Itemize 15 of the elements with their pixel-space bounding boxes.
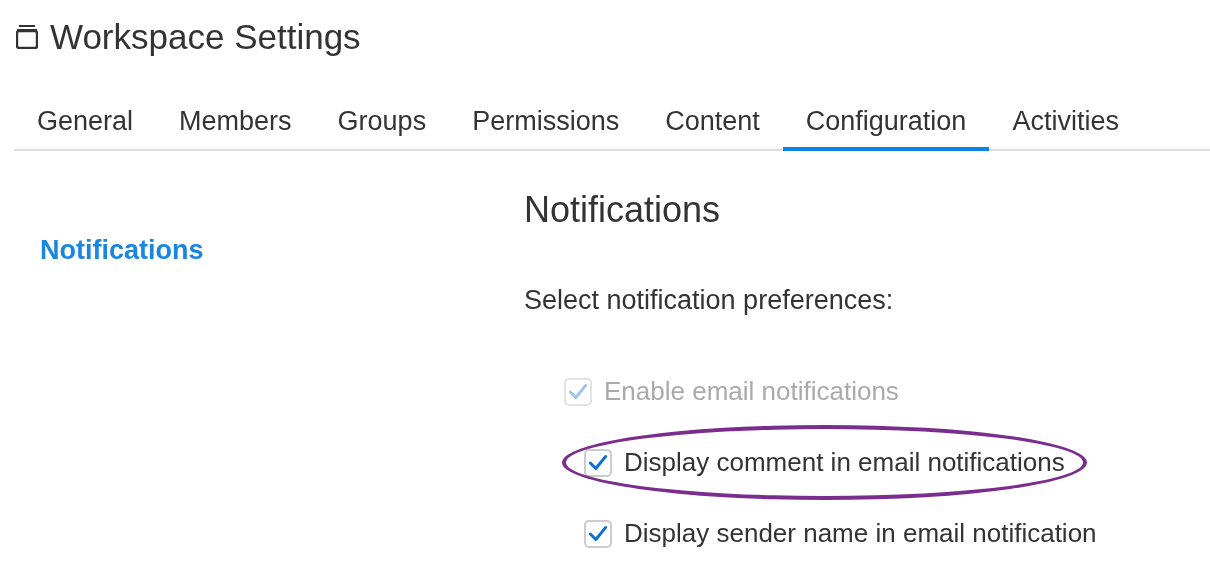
tab[interactable]: Configuration [782,106,990,151]
page-title: Workspace Settings [50,17,361,57]
tab[interactable]: Groups [314,106,450,151]
option-label: Enable email notifications [604,376,899,407]
sidebar-link[interactable]: Notifications [40,235,204,265]
option-label: Display sender name in email notification [624,518,1097,549]
option-label: Display comment in email notifications [624,447,1065,478]
tab[interactable]: Members [156,106,315,151]
prompt-text: Select notification preferences: [524,285,895,316]
window-icon [16,25,38,49]
tab[interactable]: General [14,106,157,151]
tab[interactable]: Content [642,106,783,151]
section-heading: Notifications [524,189,722,231]
tab[interactable]: Activities [989,106,1142,151]
tab[interactable]: Permissions [449,106,643,151]
